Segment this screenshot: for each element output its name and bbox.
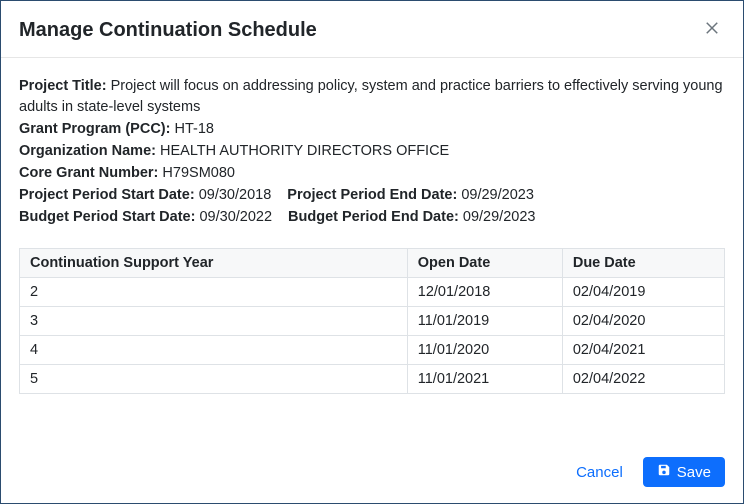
core-grant-number-value: H79SM080 bbox=[162, 165, 235, 181]
metadata-block: Project Title: Project will focus on add… bbox=[19, 76, 725, 228]
cell-year: 3 bbox=[20, 307, 408, 336]
cell-open-date: 11/01/2019 bbox=[407, 307, 562, 336]
table-header-row: Continuation Support Year Open Date Due … bbox=[20, 249, 725, 278]
cell-year: 2 bbox=[20, 278, 408, 307]
column-header-year: Continuation Support Year bbox=[20, 249, 408, 278]
cancel-button[interactable]: Cancel bbox=[570, 458, 629, 487]
budget-period-start-label: Budget Period Start Date: bbox=[19, 209, 195, 225]
save-button-label: Save bbox=[677, 464, 711, 481]
table-row: 4 11/01/2020 02/04/2021 bbox=[20, 336, 725, 365]
cell-year: 4 bbox=[20, 336, 408, 365]
table-row: 5 11/01/2021 02/04/2022 bbox=[20, 365, 725, 394]
column-header-due-date: Due Date bbox=[562, 249, 724, 278]
cell-due-date: 02/04/2021 bbox=[562, 336, 724, 365]
project-period-end-value: 09/29/2023 bbox=[461, 187, 534, 203]
modal-footer: Cancel Save bbox=[1, 443, 743, 503]
project-title-value: Project will focus on addressing policy,… bbox=[19, 78, 723, 115]
modal-title: Manage Continuation Schedule bbox=[19, 19, 317, 42]
cell-due-date: 02/04/2020 bbox=[562, 307, 724, 336]
cell-due-date: 02/04/2019 bbox=[562, 278, 724, 307]
manage-continuation-schedule-modal: Manage Continuation Schedule Project Tit… bbox=[0, 0, 744, 504]
cell-due-date: 02/04/2022 bbox=[562, 365, 724, 394]
cell-year: 5 bbox=[20, 365, 408, 394]
close-button[interactable] bbox=[699, 15, 725, 45]
save-button[interactable]: Save bbox=[643, 457, 725, 487]
organization-name-value: HEALTH AUTHORITY DIRECTORS OFFICE bbox=[160, 143, 449, 159]
budget-period-end-label: Budget Period End Date: bbox=[288, 209, 459, 225]
core-grant-number-row: Core Grant Number: H79SM080 bbox=[19, 163, 725, 184]
core-grant-number-label: Core Grant Number: bbox=[19, 165, 158, 181]
modal-body: Project Title: Project will focus on add… bbox=[1, 58, 743, 443]
organization-name-label: Organization Name: bbox=[19, 143, 156, 159]
close-icon bbox=[703, 20, 721, 42]
project-period-row: Project Period Start Date: 09/30/2018 Pr… bbox=[19, 185, 725, 206]
save-icon bbox=[657, 463, 671, 481]
budget-period-end-value: 09/29/2023 bbox=[463, 209, 536, 225]
table-row: 3 11/01/2019 02/04/2020 bbox=[20, 307, 725, 336]
continuation-schedule-table: Continuation Support Year Open Date Due … bbox=[19, 248, 725, 394]
project-period-start-label: Project Period Start Date: bbox=[19, 187, 195, 203]
project-period-start-value: 09/30/2018 bbox=[199, 187, 272, 203]
project-period-end-label: Project Period End Date: bbox=[287, 187, 457, 203]
column-header-open-date: Open Date bbox=[407, 249, 562, 278]
cell-open-date: 12/01/2018 bbox=[407, 278, 562, 307]
budget-period-row: Budget Period Start Date: 09/30/2022 Bud… bbox=[19, 207, 725, 228]
cell-open-date: 11/01/2020 bbox=[407, 336, 562, 365]
project-title-row: Project Title: Project will focus on add… bbox=[19, 76, 725, 118]
budget-period-start-value: 09/30/2022 bbox=[199, 209, 272, 225]
grant-program-label: Grant Program (PCC): bbox=[19, 121, 170, 137]
grant-program-row: Grant Program (PCC): HT-18 bbox=[19, 119, 725, 140]
cell-open-date: 11/01/2021 bbox=[407, 365, 562, 394]
project-title-label: Project Title: bbox=[19, 78, 107, 94]
grant-program-value: HT-18 bbox=[175, 121, 215, 137]
modal-header: Manage Continuation Schedule bbox=[1, 1, 743, 58]
table-row: 2 12/01/2018 02/04/2019 bbox=[20, 278, 725, 307]
organization-name-row: Organization Name: HEALTH AUTHORITY DIRE… bbox=[19, 141, 725, 162]
